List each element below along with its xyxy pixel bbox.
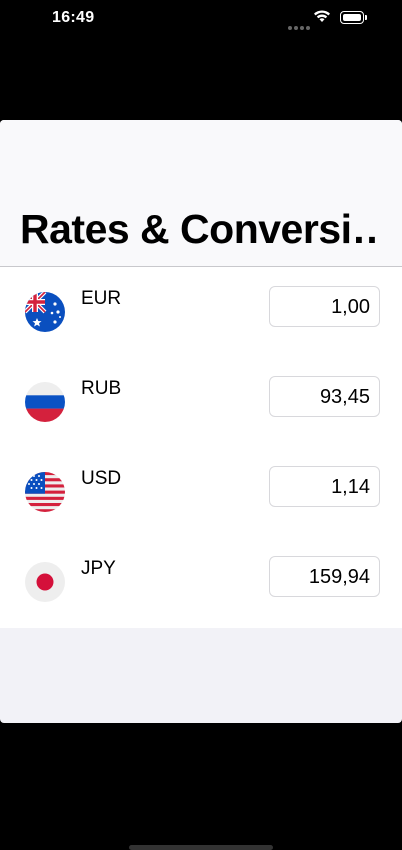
page-title: Rates & Conversi… (20, 206, 382, 252)
currency-code: RUB (81, 378, 122, 399)
currency-row-usd: USD 1,14 (0, 447, 402, 537)
cellular-signal-icon (288, 17, 312, 35)
rate-input[interactable]: 1,14 (269, 466, 380, 507)
rate-input[interactable]: 1,00 (269, 286, 380, 327)
status-time: 16:49 (52, 9, 95, 26)
status-bar: 16:49 (0, 0, 402, 40)
russia-flag-icon (25, 382, 65, 422)
currency-row-jpy: JPY 159,94 (0, 537, 402, 627)
navigation-header: Rates & Conversi… (0, 120, 402, 267)
currency-row-rub: RUB 93,45 (0, 357, 402, 447)
currency-list: EUR 1,00 RUB 93,45 USD 1,14 JPY 159,94 (0, 267, 402, 628)
rates-sheet: Rates & Conversi… EUR 1,00 RUB 93,45 USD… (0, 120, 402, 723)
currency-row-eur: EUR 1,00 (0, 267, 402, 357)
home-indicator[interactable] (129, 845, 273, 850)
battery-icon (340, 11, 367, 24)
currency-code: JPY (81, 558, 116, 579)
japan-flag-icon (25, 562, 65, 602)
rate-input[interactable]: 93,45 (269, 376, 380, 417)
australia-flag-icon (25, 292, 65, 332)
currency-code: EUR (81, 288, 122, 309)
rate-input[interactable]: 159,94 (269, 556, 380, 597)
wifi-icon (313, 9, 331, 28)
currency-code: USD (81, 468, 122, 489)
usa-flag-icon (25, 472, 65, 512)
